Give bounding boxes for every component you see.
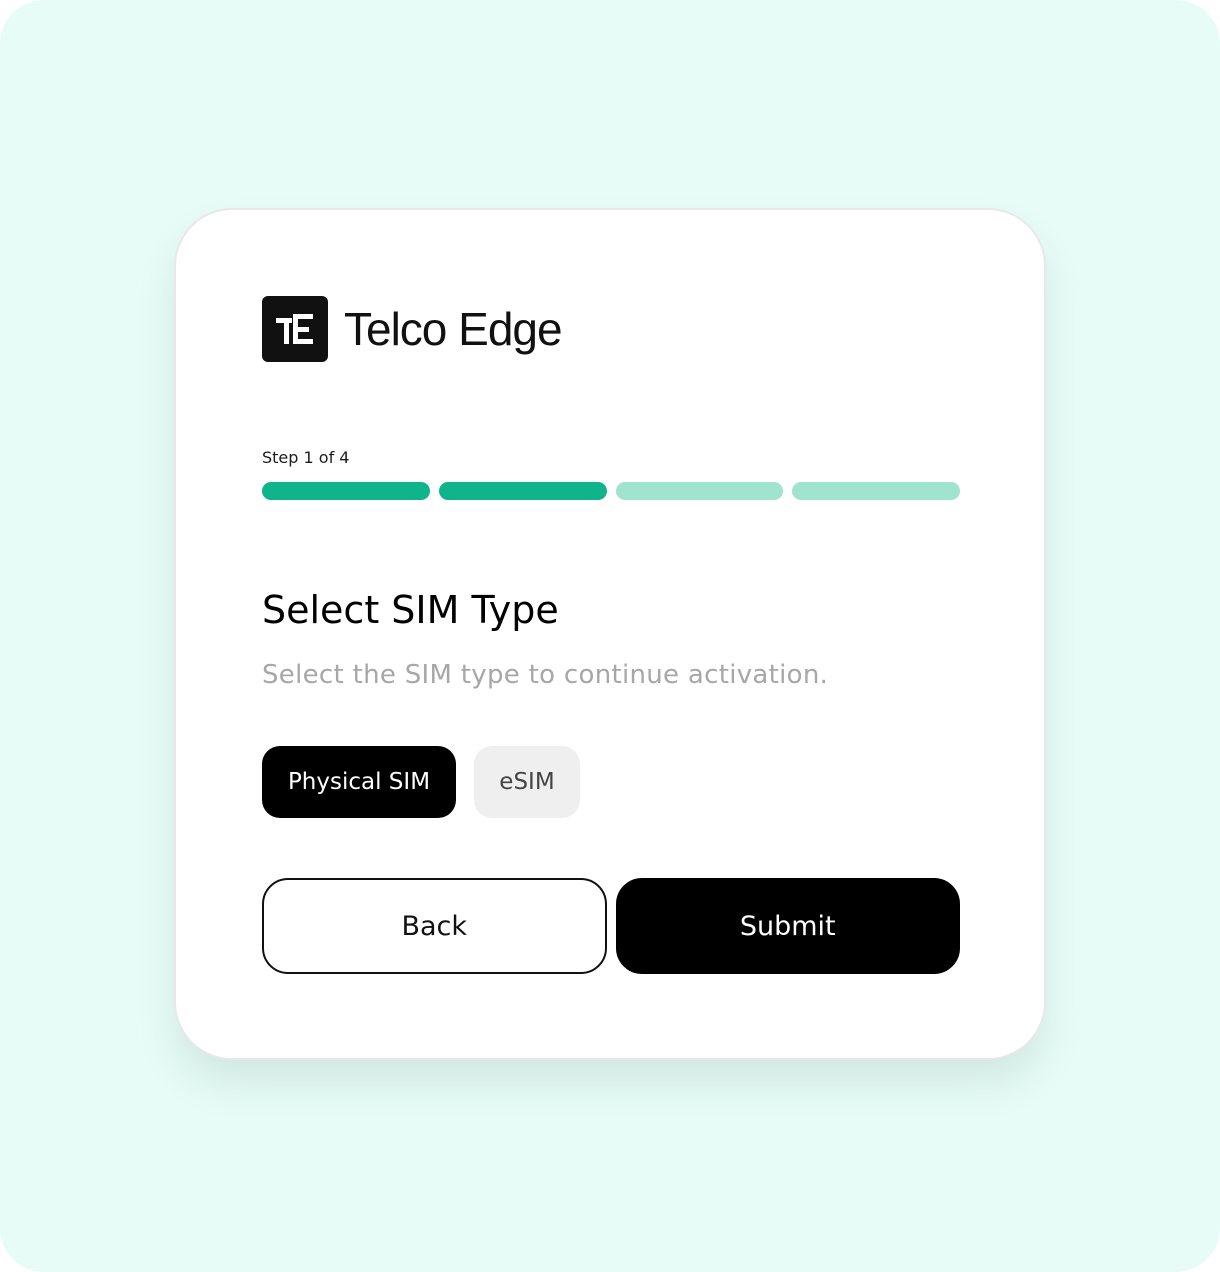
- progress-segment: [438, 482, 607, 500]
- brand-name: Telco Edge: [344, 303, 563, 355]
- page-subtitle: Select the SIM type to continue activati…: [262, 660, 829, 690]
- sim-type-selector: Physical SIM eSIM: [262, 746, 580, 818]
- step-progress-bar: [262, 482, 960, 500]
- activation-card: Telco Edge Step 1 of 4 Select SIM Type S…: [174, 208, 1046, 1060]
- progress-segment: [262, 482, 430, 500]
- progress-segment: [615, 482, 784, 500]
- progress-segment: [792, 482, 960, 500]
- sim-option-physical[interactable]: Physical SIM: [262, 746, 456, 818]
- form-actions: Back Submit: [262, 878, 960, 974]
- sim-option-esim[interactable]: eSIM: [474, 746, 580, 818]
- step-indicator-label: Step 1 of 4: [262, 448, 350, 467]
- back-button[interactable]: Back: [262, 878, 607, 974]
- telco-edge-logo-icon: [262, 296, 328, 362]
- page-title: Select SIM Type: [262, 588, 559, 632]
- submit-button[interactable]: Submit: [615, 878, 960, 974]
- brand-logo: Telco Edge: [262, 296, 563, 362]
- page-background: Telco Edge Step 1 of 4 Select SIM Type S…: [0, 0, 1220, 1272]
